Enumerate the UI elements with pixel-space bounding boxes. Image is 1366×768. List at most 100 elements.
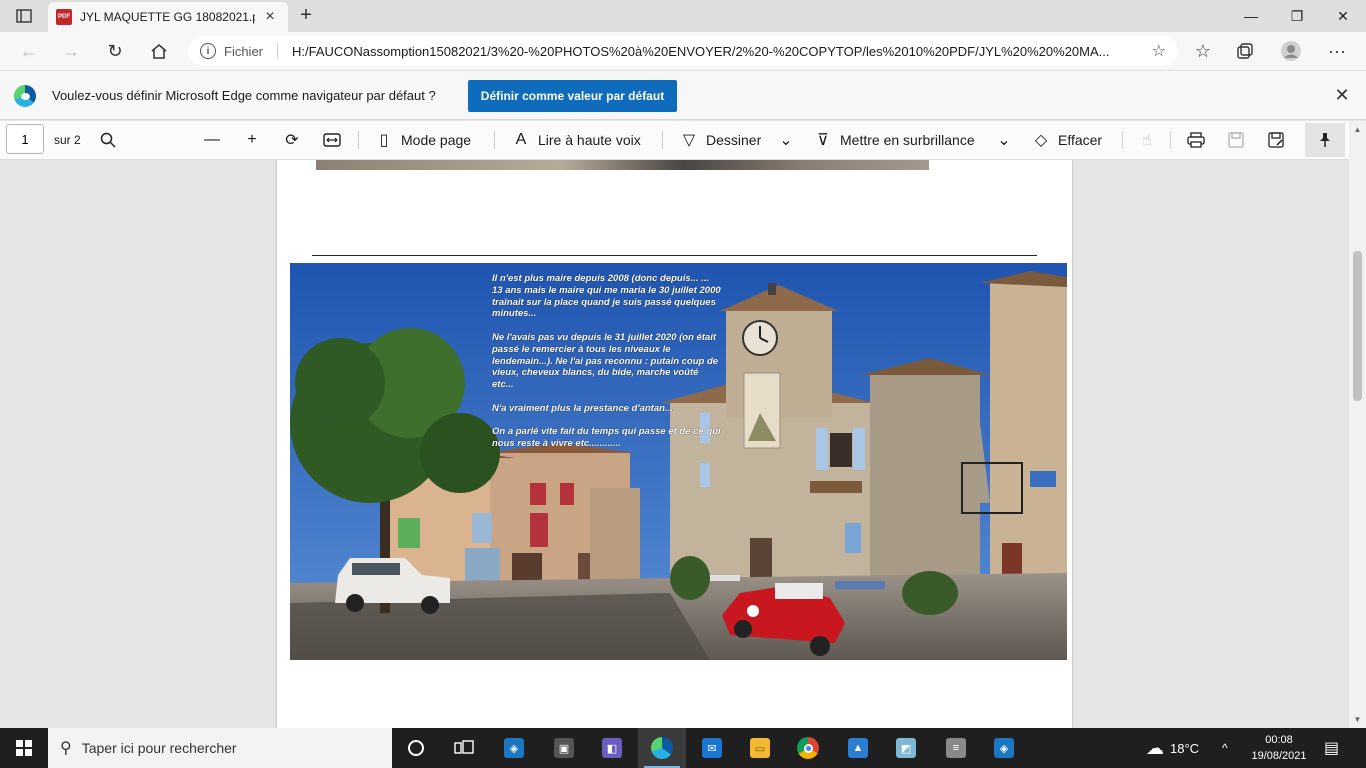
address-divider — [277, 43, 279, 59]
caption-paragraph: N'a vraiment plus la prestance d'antan..… — [492, 402, 673, 414]
system-clock[interactable]: 00:08 19/08/2021 — [1246, 732, 1312, 764]
highlight-button[interactable]: ⊽ Mettre en surbrillance — [814, 126, 975, 154]
toolbar-divider — [494, 131, 495, 149]
avatar-icon — [1281, 41, 1301, 61]
read-aloud-label: Lire à haute voix — [538, 132, 641, 148]
caption-paragraph: Il n'est plus maire depuis 2008 (donc de… — [492, 273, 721, 320]
caption-paragraph: Ne l'avais pas vu depuis le 31 juillet 2… — [492, 331, 719, 391]
erase-button[interactable]: ◇ Effacer — [1032, 126, 1102, 154]
search-icon: ⚲ — [60, 740, 72, 757]
favorites-icon: ☆ — [1194, 40, 1212, 61]
pin-toolbar-icon[interactable] — [1305, 123, 1345, 157]
remote-app-icon[interactable]: ◈ — [490, 728, 538, 768]
page-mode-label: Mode page — [401, 132, 472, 148]
taskbar-search-placeholder: Taper ici pour rechercher — [81, 740, 237, 756]
rotate-icon[interactable]: ⟳ — [278, 126, 306, 154]
toolbar-divider — [1170, 131, 1171, 149]
title-bar: PDF JYL MAQUETTE GG 18082021.pdf × + — ❐… — [0, 0, 1366, 32]
read-aloud-button[interactable]: A Lire à haute voix — [512, 126, 641, 154]
set-default-button[interactable]: Définir comme valeur par défaut — [468, 80, 677, 112]
navigation-bar: ← → ↻ i Fichier H:/FAUCONassomption15082… — [0, 32, 1366, 70]
tab-actions-button[interactable] — [10, 6, 38, 26]
pdf-page: Il n'est plus maire depuis 2008 (donc de… — [277, 160, 1072, 728]
highlight-label: Mettre en surbrillance — [840, 132, 975, 148]
start-button[interactable] — [0, 728, 48, 768]
minimize-button[interactable]: — — [1228, 0, 1274, 32]
weather-temperature: 18°C — [1170, 740, 1200, 756]
clock-time: 00:08 — [1265, 734, 1293, 746]
draw-options-chevron-icon[interactable]: ⌄ — [772, 126, 800, 154]
chrome-icon[interactable] — [784, 728, 832, 768]
infobar-message: Voulez-vous définir Microsoft Edge comme… — [52, 88, 436, 103]
new-tab-button[interactable]: + — [294, 4, 318, 28]
task-view-icon[interactable] — [440, 728, 488, 768]
pdf-toolbar: sur 2 — + ⟳ ▯ Mode page A Lire à haute v… — [0, 121, 1366, 160]
page-number-input[interactable] — [6, 124, 44, 154]
scroll-down-icon[interactable]: ▼ — [1349, 711, 1366, 728]
home-button[interactable] — [144, 37, 174, 65]
horizontal-rule — [312, 255, 1037, 256]
cortana-icon[interactable] — [392, 728, 440, 768]
windows-logo-icon — [16, 740, 32, 756]
caption-paragraph: On a parlé vite fait du temps qui passe … — [492, 426, 721, 450]
close-tab-icon[interactable]: × — [260, 8, 280, 26]
add-favorite-icon[interactable]: ☆ — [1152, 41, 1166, 61]
access-app-icon[interactable]: ◧ — [588, 728, 636, 768]
photo-caption: Il n'est plus maire depuis 2008 (donc de… — [492, 273, 722, 450]
scroll-up-icon[interactable]: ▲ — [1349, 121, 1366, 138]
print-icon[interactable] — [1182, 126, 1210, 154]
close-infobar-icon[interactable]: ✕ — [1330, 85, 1354, 107]
forward-button[interactable]: → — [56, 37, 86, 65]
scanner-app-icon[interactable]: ≡ — [932, 728, 980, 768]
previous-photo-edge — [316, 160, 929, 170]
pdf-icon: PDF — [56, 9, 72, 25]
draw-button[interactable]: ▽ Dessiner — [680, 126, 761, 154]
address-scheme: Fichier — [224, 43, 264, 59]
search-icon[interactable] — [94, 126, 122, 154]
pdf-viewport[interactable]: Il n'est plus maire depuis 2008 (donc de… — [0, 160, 1366, 728]
pen-icon: ▽ — [682, 132, 696, 149]
address-url[interactable]: H:/FAUCONassomption15082021/3%20-%20PHOT… — [292, 44, 1122, 59]
weather-widget[interactable]: ☁ 18°C — [1146, 728, 1199, 768]
profile-button[interactable] — [1276, 37, 1306, 65]
village-square-photo: Il n'est plus maire depuis 2008 (donc de… — [290, 263, 1067, 660]
edge-logo-icon — [14, 85, 36, 107]
tab-pdf[interactable]: PDF JYL MAQUETTE GG 18082021.pdf × — [48, 2, 288, 32]
save-icon[interactable] — [1222, 126, 1250, 154]
tray-expand-chevron-icon[interactable]: ^ — [1222, 728, 1228, 768]
remote-app-2-icon[interactable]: ◈ — [980, 728, 1028, 768]
eraser-icon: ◇ — [1034, 132, 1048, 149]
highlight-options-chevron-icon[interactable]: ⌄ — [990, 126, 1018, 154]
save-as-icon[interactable] — [1262, 126, 1290, 154]
touch-write-icon[interactable]: ☝ — [1133, 126, 1161, 154]
windows-taskbar: ⚲ Taper ici pour rechercher ◈ ▣ ◧ ✉ ▭ ▲ … — [0, 728, 1366, 768]
favorites-button[interactable]: ☆ — [1188, 37, 1218, 65]
close-window-button[interactable]: ✕ — [1320, 0, 1366, 32]
collections-button[interactable] — [1230, 37, 1260, 65]
scrollbar-thumb[interactable] — [1353, 251, 1362, 401]
settings-more-button[interactable]: ··· — [1322, 37, 1352, 65]
page-mode-button[interactable]: ▯ Mode page — [375, 126, 471, 154]
tab-title: JYL MAQUETTE GG 18082021.pdf — [80, 10, 255, 24]
taskbar-search[interactable]: ⚲ Taper ici pour rechercher — [48, 728, 392, 768]
draw-label: Dessiner — [706, 132, 762, 148]
mail-icon[interactable]: ✉ — [688, 728, 736, 768]
vertical-scrollbar[interactable]: ▲ ▼ — [1349, 121, 1366, 728]
edge-taskbar-icon[interactable] — [638, 728, 686, 768]
zoom-in-icon[interactable]: + — [238, 126, 266, 154]
toolbar-divider — [358, 131, 359, 149]
erase-label: Effacer — [1058, 132, 1103, 148]
back-button[interactable]: ← — [14, 37, 44, 65]
refresh-button[interactable]: ↻ — [100, 37, 130, 65]
notifications-icon[interactable]: ▤ — [1324, 728, 1339, 768]
fit-width-icon[interactable] — [318, 126, 346, 154]
notes-app-icon[interactable]: ◩ — [882, 728, 930, 768]
store-icon[interactable]: ▣ — [540, 728, 588, 768]
address-bar[interactable]: i Fichier H:/FAUCONassomption15082021/3%… — [188, 36, 1178, 66]
zoom-out-icon[interactable]: — — [198, 126, 226, 154]
photos-icon[interactable]: ▲ — [834, 728, 882, 768]
maximize-button[interactable]: ❐ — [1274, 0, 1320, 32]
default-browser-infobar: Voulez-vous définir Microsoft Edge comme… — [0, 70, 1366, 120]
file-explorer-icon[interactable]: ▭ — [736, 728, 784, 768]
info-icon[interactable]: i — [200, 43, 216, 59]
